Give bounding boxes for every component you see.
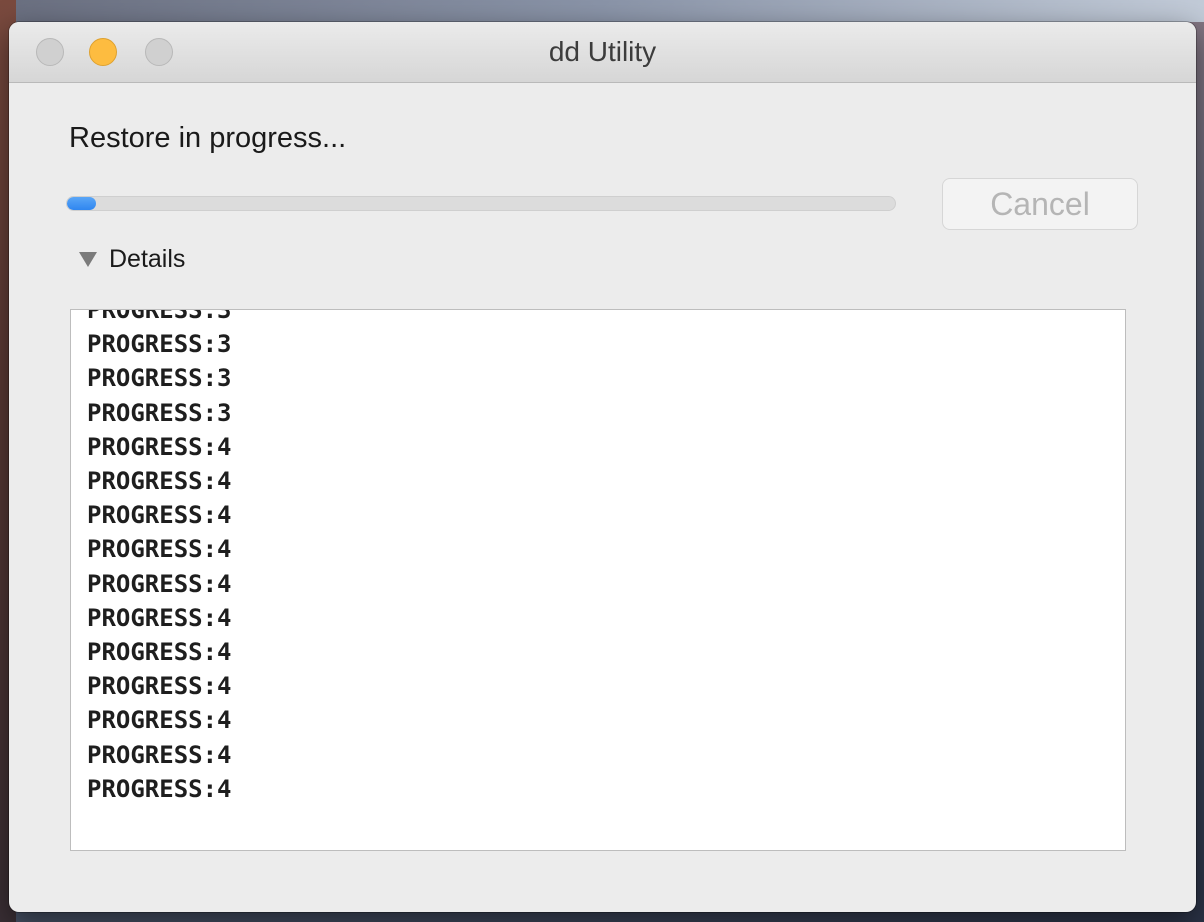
cancel-button[interactable]: Cancel [942,178,1138,230]
log-line: PROGRESS:4 [87,467,232,496]
log-line: PROGRESS:4 [87,603,232,632]
status-text: Restore in progress... [69,122,347,154]
log-line: PROGRESS:4 [87,774,232,803]
log-line: PROGRESS:4 [87,432,232,461]
log-line: PROGRESS:4 [87,672,232,701]
window-title: dd Utility [548,36,657,67]
details-log-view[interactable]: PROGRESS:3 PROGRESS:3 PROGRESS:3 PROGRES… [70,309,1126,851]
log-line: PROGRESS:4 [87,740,232,769]
desktop-background-top [0,0,1204,22]
progress-bar-fill [67,197,96,210]
progress-bar [66,196,896,211]
disclosure-triangle-down-icon[interactable] [79,251,97,267]
log-line: PROGRESS:4 [87,535,232,564]
log-line: PROGRESS:3 [87,330,232,359]
log-lines: PROGRESS:3 PROGRESS:3 PROGRESS:3 PROGRES… [87,309,232,806]
log-line: PROGRESS:4 [87,501,232,530]
dd-utility-window: dd Utility Restore in progress... Cancel… [9,22,1196,912]
details-disclosure-toggle[interactable]: Details [79,244,185,274]
title-bar[interactable]: dd Utility [9,22,1196,83]
log-line: PROGRESS:4 [87,569,232,598]
log-line: PROGRESS:4 [87,638,232,667]
log-line: PROGRESS:4 [87,706,232,735]
log-line: PROGRESS:3 [87,398,232,427]
log-line-partial: PROGRESS:3 [87,309,232,324]
log-line: PROGRESS:3 [87,364,232,393]
details-label: Details [109,244,186,273]
